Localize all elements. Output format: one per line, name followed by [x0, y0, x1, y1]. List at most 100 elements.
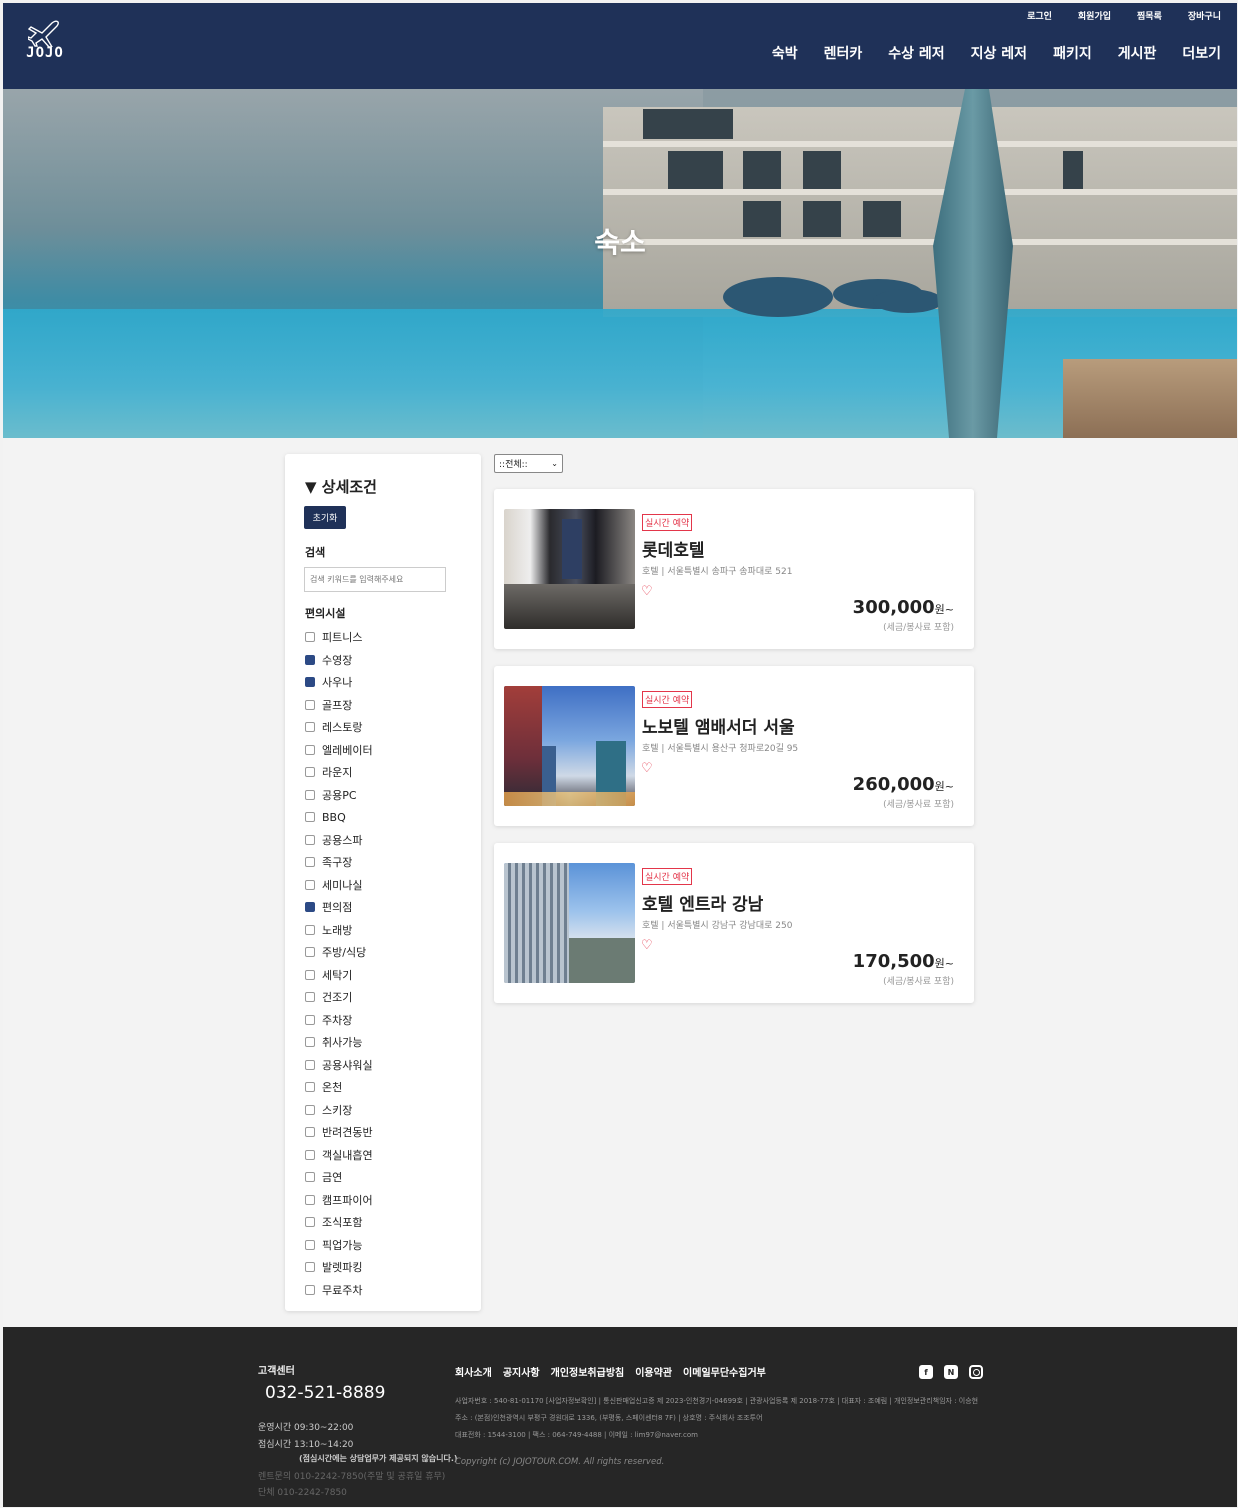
facility-checkbox[interactable]	[305, 947, 315, 958]
facility-checkbox[interactable]	[305, 1082, 315, 1093]
heart-icon[interactable]: ♡	[641, 761, 653, 776]
facility-option[interactable]: 라운지	[305, 761, 373, 784]
facility-option[interactable]: 금연	[305, 1166, 373, 1189]
facility-option[interactable]: 세탁기	[305, 964, 373, 987]
nav-water-leisure[interactable]: 수상 레저	[888, 43, 944, 63]
facility-option[interactable]: 온천	[305, 1076, 373, 1099]
facility-checkbox[interactable]	[305, 902, 315, 913]
naver-icon[interactable]: N	[944, 1365, 958, 1379]
facility-checkbox[interactable]	[305, 1239, 315, 1250]
reset-button[interactable]: 초기화	[304, 506, 346, 529]
facility-checkbox[interactable]	[305, 744, 315, 755]
login-link[interactable]: 로그인	[1027, 9, 1052, 22]
nav-land-leisure[interactable]: 지상 레저	[971, 43, 1027, 63]
sort-select[interactable]: ::전체:: ⌄	[494, 454, 563, 473]
wishlist-link[interactable]: 찜목록	[1137, 9, 1162, 22]
facility-checkbox[interactable]	[305, 1262, 315, 1273]
facility-option[interactable]: 세미나실	[305, 874, 373, 897]
facility-option[interactable]: 수영장	[305, 649, 373, 672]
facility-option[interactable]: 조식포함	[305, 1211, 373, 1234]
footer-link-email-policy[interactable]: 이메일무단수집거부	[683, 1364, 766, 1379]
facility-checkbox[interactable]	[305, 654, 315, 665]
hero-floor-line	[603, 141, 1237, 147]
logo[interactable]: JOJO	[25, 19, 65, 67]
facility-option[interactable]: 반려견동반	[305, 1121, 373, 1144]
facility-option[interactable]: 취사가능	[305, 1031, 373, 1054]
facility-option[interactable]: 편의점	[305, 896, 373, 919]
facility-checkbox[interactable]	[305, 677, 315, 688]
facility-option[interactable]: 스키장	[305, 1099, 373, 1122]
nav-more[interactable]: 더보기	[1182, 43, 1221, 63]
facility-checkbox[interactable]	[305, 812, 315, 823]
facility-option[interactable]: 캠프파이어	[305, 1189, 373, 1212]
hero-window	[743, 151, 781, 189]
nav-package[interactable]: 패키지	[1053, 43, 1092, 63]
price-value: 300,000	[852, 597, 935, 618]
facility-checkbox[interactable]	[305, 834, 315, 845]
nav-rentcar[interactable]: 렌터카	[824, 43, 863, 63]
facility-checkbox[interactable]	[305, 722, 315, 733]
facility-option[interactable]: 건조기	[305, 986, 373, 1009]
facility-checkbox[interactable]	[305, 789, 315, 800]
facility-option[interactable]: 피트니스	[305, 626, 373, 649]
facility-checkbox[interactable]	[305, 1104, 315, 1115]
facility-option[interactable]: 객실내흡연	[305, 1144, 373, 1167]
facility-checkbox[interactable]	[305, 879, 315, 890]
heart-icon[interactable]: ♡	[641, 584, 653, 599]
facility-option[interactable]: 레스토랑	[305, 716, 373, 739]
facility-checkbox[interactable]	[305, 1127, 315, 1138]
facility-option[interactable]: BBQ	[305, 806, 373, 829]
footer-link-about[interactable]: 회사소개	[455, 1364, 492, 1379]
hotel-card[interactable]: 실시간 예약 롯데호텔 호텔 | 서울특별시 송파구 송파대로 521 ♡ 30…	[494, 489, 974, 649]
footer-link-terms[interactable]: 이용약관	[635, 1364, 672, 1379]
facility-checkbox[interactable]	[305, 969, 315, 980]
hotel-thumbnail[interactable]	[504, 863, 635, 983]
search-input[interactable]	[304, 567, 446, 592]
facility-checkbox[interactable]	[305, 1149, 315, 1160]
hotel-card[interactable]: 실시간 예약 호텔 엔트라 강남 호텔 | 서울특별시 강남구 강남대로 250…	[494, 843, 974, 1003]
facility-option[interactable]: 무료주차	[305, 1279, 373, 1302]
facility-checkbox[interactable]	[305, 1217, 315, 1228]
facility-checkbox[interactable]	[305, 1284, 315, 1295]
facility-checkbox[interactable]	[305, 924, 315, 935]
facility-option[interactable]: 발렛파킹	[305, 1256, 373, 1279]
signup-link[interactable]: 회원가입	[1078, 9, 1111, 22]
hotel-thumbnail[interactable]	[504, 686, 635, 806]
facility-checkbox[interactable]	[305, 857, 315, 868]
hotel-card[interactable]: 실시간 예약 노보텔 앰배서더 서울 호텔 | 서울특별시 용산구 청파로20길…	[494, 666, 974, 826]
facility-checkbox[interactable]	[305, 1037, 315, 1048]
facility-checkbox[interactable]	[305, 699, 315, 710]
facility-label: 공용PC	[322, 788, 357, 802]
facility-option[interactable]: 족구장	[305, 851, 373, 874]
facility-option[interactable]: 골프장	[305, 694, 373, 717]
facility-checkbox[interactable]	[305, 992, 315, 1003]
facility-checkbox[interactable]	[305, 1194, 315, 1205]
cart-link[interactable]: 장바구니	[1188, 9, 1221, 22]
hotel-name[interactable]: 호텔 엔트라 강남	[642, 890, 763, 915]
facility-option[interactable]: 픽업가능	[305, 1234, 373, 1257]
instagram-icon[interactable]	[969, 1365, 983, 1379]
facebook-icon[interactable]: f	[919, 1365, 933, 1379]
facility-option[interactable]: 주방/식당	[305, 941, 373, 964]
facility-option[interactable]: 공용샤워실	[305, 1054, 373, 1077]
facility-option[interactable]: 사우나	[305, 671, 373, 694]
facility-option[interactable]: 엘레베이터	[305, 739, 373, 762]
page: JOJO 로그인 회원가입 찜목록 장바구니 숙박 렌터카 수상 레저 지상 레…	[3, 3, 1237, 1507]
footer-link-notice[interactable]: 공지사항	[503, 1364, 540, 1379]
facility-checkbox[interactable]	[305, 1014, 315, 1025]
facility-option[interactable]: 노래방	[305, 919, 373, 942]
facility-option[interactable]: 주차장	[305, 1009, 373, 1032]
nav-board[interactable]: 게시판	[1118, 43, 1157, 63]
facility-checkbox[interactable]	[305, 767, 315, 778]
nav-lodging[interactable]: 숙박	[772, 43, 798, 63]
hotel-name[interactable]: 롯데호텔	[642, 536, 705, 561]
facility-checkbox[interactable]	[305, 632, 315, 643]
facility-option[interactable]: 공용PC	[305, 784, 373, 807]
facility-checkbox[interactable]	[305, 1172, 315, 1183]
facility-option[interactable]: 공용스파	[305, 829, 373, 852]
heart-icon[interactable]: ♡	[641, 938, 653, 953]
footer-link-privacy[interactable]: 개인정보취급방침	[551, 1364, 625, 1379]
hotel-name[interactable]: 노보텔 앰배서더 서울	[642, 713, 795, 738]
hotel-thumbnail[interactable]	[504, 509, 635, 629]
facility-checkbox[interactable]	[305, 1059, 315, 1070]
